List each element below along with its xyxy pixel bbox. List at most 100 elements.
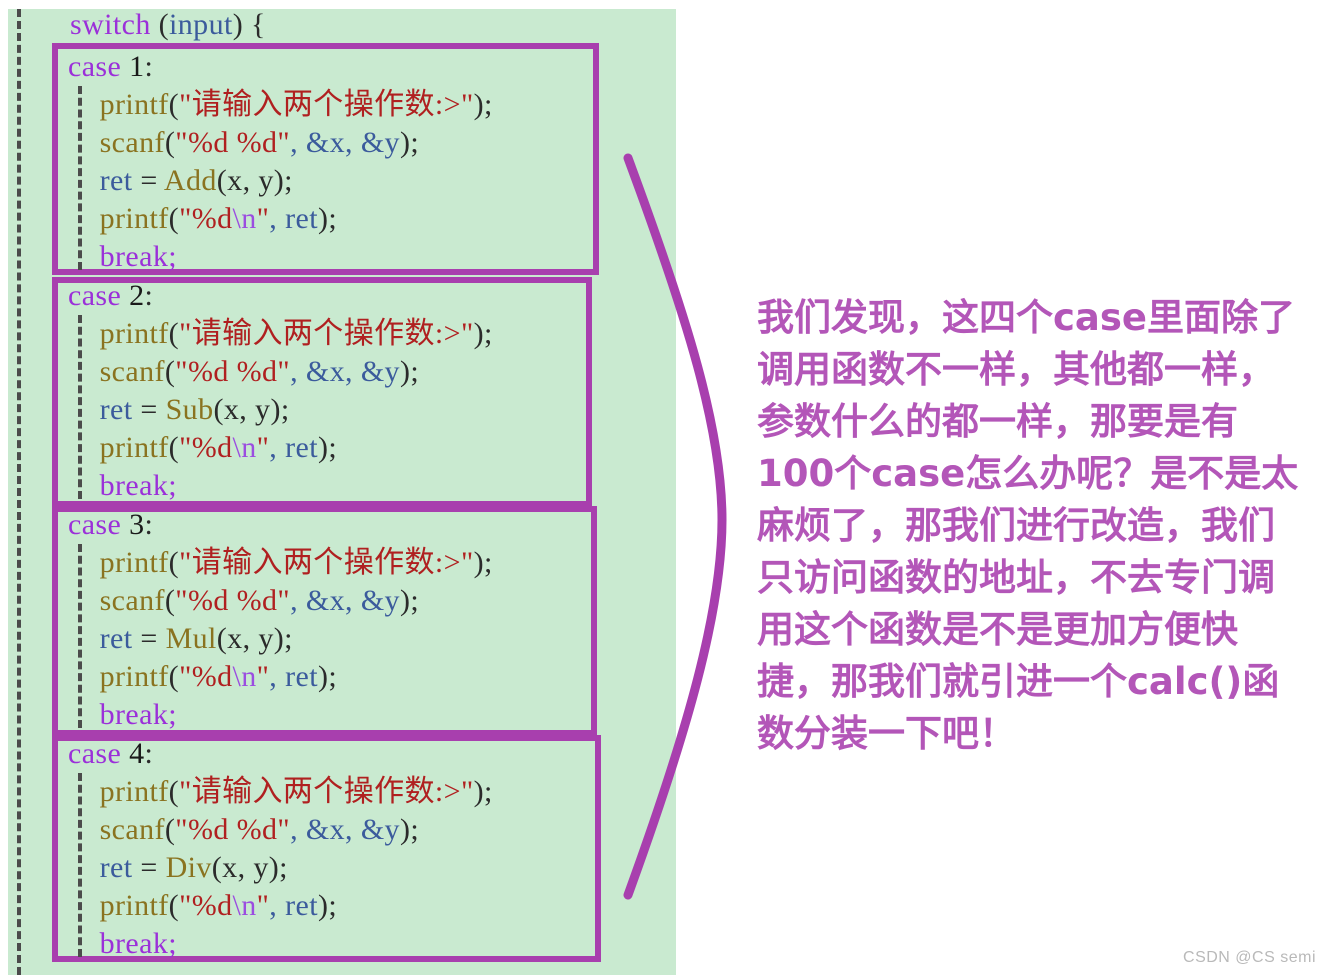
break-line-3: break; (68, 696, 493, 734)
break-line-4: break; (68, 925, 493, 963)
printf-string-2: "请输入两个操作数:>" (179, 317, 474, 350)
scanf-line-2: scanf("%d %d", &x, &y); (68, 353, 493, 391)
screenshot-root: switch (input) { case 1: printf("请输入两个操作… (0, 0, 1332, 975)
assign-target-2: ret (99, 393, 133, 426)
printf-result-string-a-4: "%d (179, 889, 233, 922)
watermark-label: CSDN @CS semi (1183, 949, 1316, 966)
scanf-line-1: scanf("%d %d", &x, &y); (68, 124, 493, 162)
printf-result-string-b-1: " (256, 202, 270, 235)
case-colon-4: : (144, 737, 154, 770)
printf-result-string-a-1: "%d (179, 202, 233, 235)
printf-result-string-a-2: "%d (179, 431, 233, 464)
printf-result-string-b-2: " (256, 431, 270, 464)
space-3 (121, 508, 129, 541)
printf-prompt-line-4: printf("请输入两个操作数:>"); (68, 773, 493, 811)
assign-op-3: = (132, 622, 166, 655)
printf-result-escape-2: \n (232, 431, 257, 464)
printf-result-escape-4: \n (232, 889, 257, 922)
case-block-1: case 1: printf("请输入两个操作数:>"); scanf("%d … (68, 48, 493, 276)
case-number-1: 1 (129, 50, 145, 83)
assign-function-1: Add (163, 164, 217, 197)
case-colon-1: : (144, 50, 154, 83)
printf-fn-4: printf (99, 775, 169, 808)
case-colon-3: : (144, 508, 154, 541)
scanf-open-4: ( (164, 813, 176, 846)
printf-result-string-b-4: " (256, 889, 270, 922)
scanf-open-2: ( (164, 355, 176, 388)
printf-open-2: ( (168, 317, 180, 350)
printf-result-string-a-3: "%d (179, 660, 233, 693)
printf-result-string-b-3: " (256, 660, 270, 693)
printf-result-open-4: ( (168, 889, 180, 922)
assign-op-4: = (132, 851, 166, 884)
scanf-line-3: scanf("%d %d", &x, &y); (68, 582, 493, 620)
scanf-string-4: "%d %d" (175, 813, 291, 846)
assign-function-2: Sub (165, 393, 214, 426)
scanf-fn-2: scanf (99, 355, 165, 388)
assign-args-1: (x, y); (216, 164, 293, 197)
printf-result-close-4: ); (317, 889, 338, 922)
scanf-close-2: ); (399, 355, 420, 388)
printf-string-3: "请输入两个操作数:>" (179, 546, 474, 579)
scanf-args-2: , &x, &y (290, 355, 400, 388)
printf-result-args-1: , ret (269, 202, 318, 235)
printf-prompt-line-1: printf("请输入两个操作数:>"); (68, 86, 493, 124)
printf-string-4: "请输入两个操作数:>" (179, 775, 474, 808)
assign-line-2: ret = Sub(x, y); (68, 391, 493, 429)
case-number-3: 3 (129, 508, 145, 541)
case-label-line-3: case 3: (68, 506, 493, 544)
space-1 (121, 50, 129, 83)
printf-result-open-1: ( (168, 202, 180, 235)
case-label-line-2: case 2: (68, 277, 493, 315)
printf-fn-1: printf (99, 88, 169, 121)
printf-fn-3: printf (99, 546, 169, 579)
printf-result-escape-3: \n (232, 660, 257, 693)
scanf-close-4: ); (399, 813, 420, 846)
assign-function-4: Div (165, 851, 212, 884)
keyword-case-3: case (68, 508, 122, 541)
printf-prompt-line-2: printf("请输入两个操作数:>"); (68, 315, 493, 353)
space-2 (121, 279, 129, 312)
scanf-open-3: ( (164, 584, 176, 617)
break-line-1: break; (68, 238, 493, 276)
break-line-2: break; (68, 467, 493, 505)
printf-result-close-2: ); (317, 431, 338, 464)
printf-result-fn-3: printf (99, 660, 169, 693)
keyword-break-4: break; (99, 927, 177, 960)
printf-result-open-3: ( (168, 660, 180, 693)
scanf-string-1: "%d %d" (175, 126, 291, 159)
keyword-break-1: break; (99, 240, 177, 273)
keyword-break-3: break; (99, 698, 177, 731)
assign-target-1: ret (99, 164, 133, 197)
printf-fn-2: printf (99, 317, 169, 350)
assign-line-3: ret = Mul(x, y); (68, 620, 493, 658)
scanf-fn-1: scanf (99, 126, 165, 159)
printf-close-2: ); (473, 317, 493, 350)
case-number-2: 2 (129, 279, 145, 312)
printf-result-args-4: , ret (269, 889, 318, 922)
space-4 (121, 737, 129, 770)
printf-open-3: ( (168, 546, 180, 579)
case-block-3: case 3: printf("请输入两个操作数:>"); scanf("%d … (68, 506, 493, 734)
scanf-string-2: "%d %d" (175, 355, 291, 388)
assign-op-2: = (132, 393, 166, 426)
printf-result-fn-2: printf (99, 431, 169, 464)
assign-args-3: (x, y); (216, 622, 293, 655)
printf-prompt-line-3: printf("请输入两个操作数:>"); (68, 544, 493, 582)
keyword-case-1: case (68, 50, 122, 83)
printf-close-4: ); (473, 775, 493, 808)
printf-close-1: ); (473, 88, 493, 121)
printf-result-line-1: printf("%d\n", ret); (68, 200, 493, 238)
case-block-4: case 4: printf("请输入两个操作数:>"); scanf("%d … (68, 735, 493, 963)
assign-op-1: = (132, 164, 164, 197)
switch-variable: input (169, 8, 233, 41)
switch-statement-line: switch (input) { (70, 6, 266, 44)
printf-result-close-3: ); (317, 660, 338, 693)
keyword-switch: switch (70, 8, 151, 41)
annotation-text: 我们发现，这四个case里面除了调用函数不一样，其他都一样，参数什么的都一样，那… (757, 296, 1299, 755)
switch-open-paren: ( (150, 8, 170, 41)
printf-result-close-1: ); (317, 202, 338, 235)
scanf-string-3: "%d %d" (175, 584, 291, 617)
switch-close-paren: ) (232, 8, 251, 41)
case-label-line-4: case 4: (68, 735, 493, 773)
